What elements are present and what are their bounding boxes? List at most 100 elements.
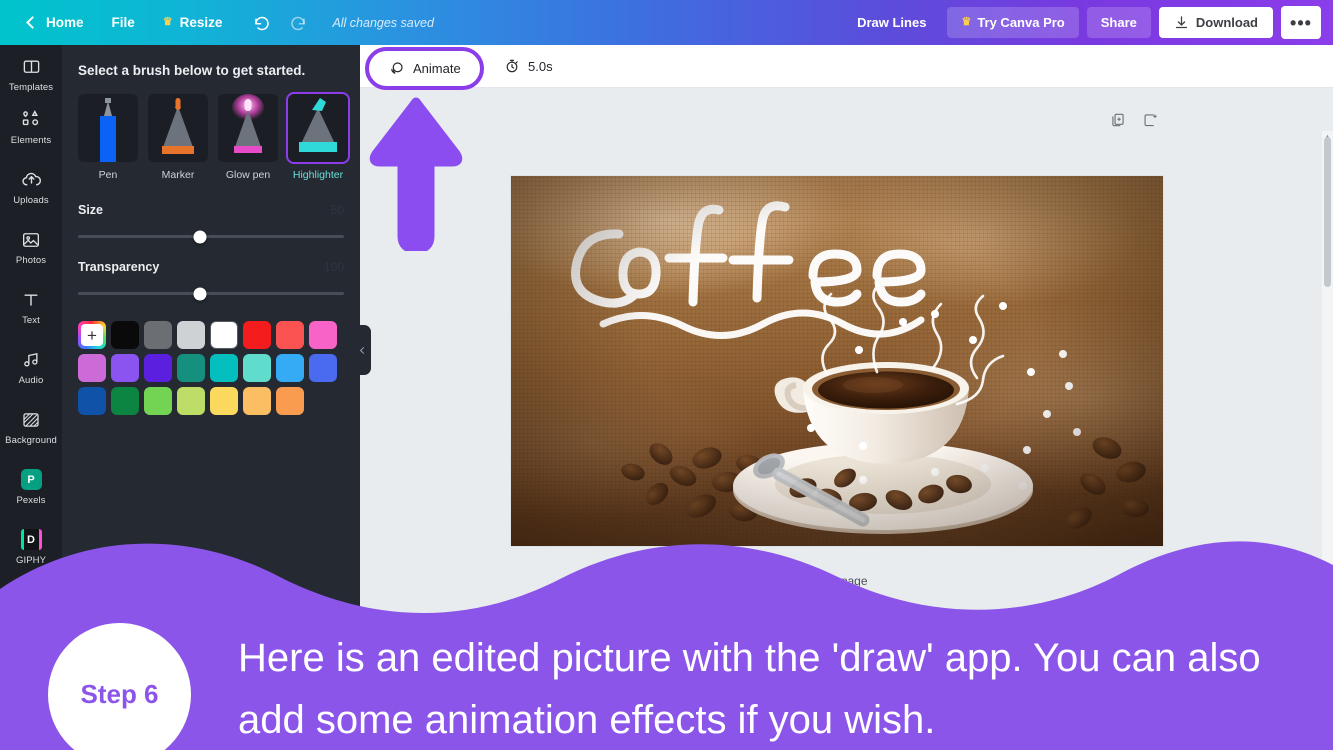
page-toolbar [1110,112,1158,133]
chevron-left-icon-collapse [359,346,367,354]
brush-option-highlighter[interactable]: Highlighter [286,92,350,181]
resize-label: Resize [179,15,223,30]
chevron-left-icon [26,16,39,29]
animate-label: Animate [413,61,461,76]
draw-lines-button[interactable]: Draw Lines [844,7,939,38]
color-picker-button[interactable]: + [78,321,106,349]
undo-redo-group [246,8,314,38]
sidebar-item-background[interactable]: Background [0,397,62,457]
color-swatch-0-2[interactable] [144,321,172,349]
color-swatch-2-4[interactable] [210,387,238,415]
animate-button[interactable]: Animate [375,53,474,84]
sidebar-item-uploads[interactable]: Uploads [0,157,62,217]
brush-option-pen[interactable]: Pen [78,94,138,181]
download-icon [1175,16,1188,29]
share-label: Share [1100,15,1137,30]
sidebar-label-uploads: Uploads [13,194,49,206]
color-swatch-2-3[interactable] [177,387,205,415]
size-control: Size 50 [78,203,344,243]
panel-collapse-handle[interactable] [355,325,371,375]
sidebar-label-elements: Elements [10,134,52,146]
pexels-badge: P [20,469,42,490]
resize-button[interactable]: ♛ Resize [149,9,237,36]
download-label: Download [1195,15,1258,30]
more-options-button[interactable]: ••• [1281,6,1321,39]
sidebar-item-elements[interactable]: Elements [0,97,62,157]
duplicate-page-button[interactable] [1110,112,1126,133]
highlighter-thumbnail [286,92,350,164]
transparency-slider-track[interactable] [78,287,344,300]
crown-icon: ♛ [162,16,173,28]
color-swatch-2-2[interactable] [144,387,172,415]
context-toolbar: Animate 5.0s [360,45,1333,90]
color-swatch-2-0[interactable] [78,387,106,415]
stopwatch-icon [506,59,518,73]
home-label: Home [46,15,84,30]
sidebar-item-text[interactable]: Text [0,277,62,337]
animate-highlight-ring: Animate [365,47,484,90]
color-swatch-0-3[interactable] [177,321,205,349]
brush-label-marker: Marker [161,169,195,181]
design-page[interactable] [511,176,1163,546]
color-swatch-1-1[interactable] [111,354,139,382]
home-button[interactable]: Home [14,9,98,36]
redo-button[interactable] [282,8,314,38]
file-label: File [111,15,135,30]
color-swatch-0-6[interactable] [276,321,304,349]
sidebar-item-pexels[interactable]: P Pexels [0,457,62,517]
marker-thumbnail [148,94,208,162]
panel-instruction: Select a brush below to get started. [78,63,306,78]
duration-button[interactable]: 5.0s [491,51,566,81]
color-swatch-1-0[interactable] [78,354,106,382]
color-swatch-1-5[interactable] [243,354,271,382]
size-slider-knob[interactable] [193,230,207,243]
color-swatch-0-4[interactable] [210,321,238,349]
animate-icon [391,62,403,74]
color-swatch-1-7[interactable] [309,354,337,382]
size-value: 50 [330,203,344,217]
canva-editor-window: Home File ♛ Resize All changes saved Dra… [0,0,1333,750]
color-swatch-2-6[interactable] [276,387,304,415]
download-button[interactable]: Download [1158,7,1273,38]
uploads-icon [21,169,42,191]
color-swatch-2-1[interactable] [111,387,139,415]
color-swatch-0-1[interactable] [111,321,139,349]
annotation-arrow [368,96,464,256]
elements-icon [21,109,42,131]
color-swatch-0-5[interactable] [243,321,271,349]
brush-label-highlighter: Highlighter [292,169,344,181]
plus-icon: + [87,325,97,345]
color-swatch-1-2[interactable] [144,354,172,382]
color-swatch-1-3[interactable] [177,354,205,382]
sidebar-item-audio[interactable]: Audio [0,337,62,397]
sidebar-item-templates[interactable]: Templates [0,45,62,97]
file-menu-button[interactable]: File [98,9,149,36]
try-canva-pro-button[interactable]: ♛ Try Canva Pro [947,7,1079,38]
sidebar-item-photos[interactable]: Photos [0,217,62,277]
color-swatch-1-6[interactable] [276,354,304,382]
brush-option-marker[interactable]: Marker [148,94,208,181]
undo-button[interactable] [246,8,278,38]
add-page-icon-button[interactable] [1142,112,1158,133]
color-swatch-1-4[interactable] [210,354,238,382]
sidebar-label-templates: Templates [8,82,54,93]
brush-list: Pen Marker Glow pen Highlighter [78,92,350,181]
transparency-value: 100 [323,260,344,274]
tutorial-banner: Step 6 Here is an edited picture with th… [0,535,1333,750]
try-pro-label: Try Canva Pro [977,15,1065,30]
brush-label-pen: Pen [98,169,118,181]
sidebar-label-background: Background [5,434,57,446]
share-button[interactable]: Share [1086,7,1151,38]
draw-lines-label: Draw Lines [857,15,927,30]
color-swatch-2-5[interactable] [243,387,271,415]
transparency-header: Transparency 100 [78,260,344,274]
pexels-icon: P [20,469,42,491]
undo-icon [255,16,270,30]
sidebar-label-text: Text [22,314,40,326]
duration-label: 5.0s [528,58,553,74]
color-swatch-0-7[interactable] [309,321,337,349]
brush-option-glow-pen[interactable]: Glow pen [218,94,278,181]
size-slider-track[interactable] [78,230,344,243]
transparency-slider-knob[interactable] [193,287,207,300]
canvas-scroll-thumb[interactable] [1324,137,1331,287]
